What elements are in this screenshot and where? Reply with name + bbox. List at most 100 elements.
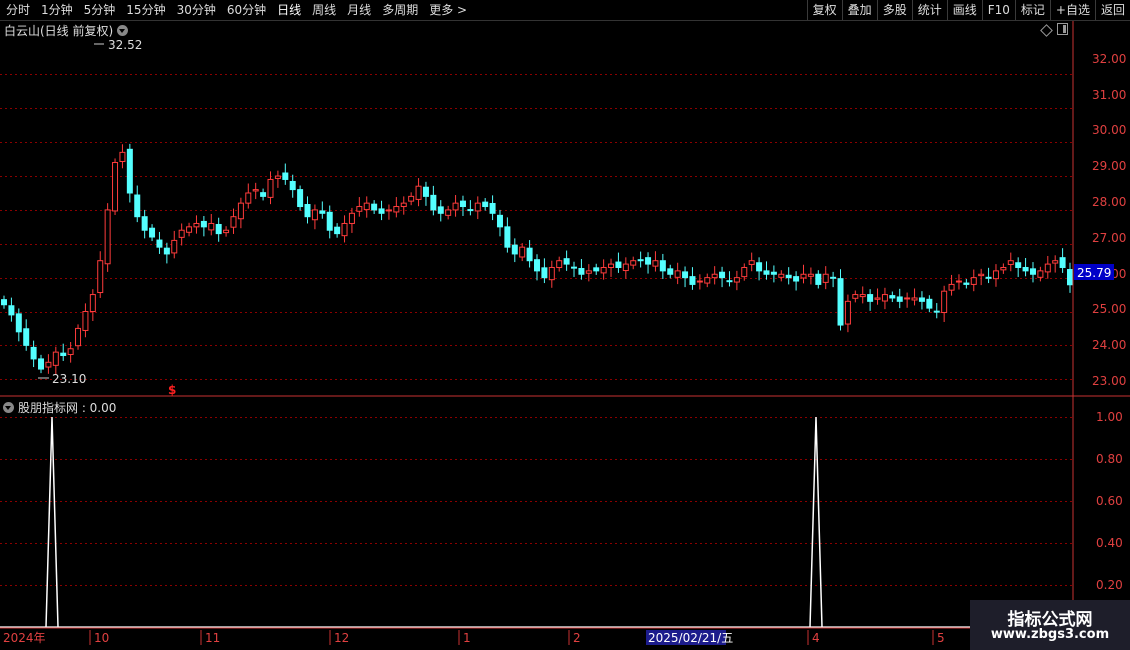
candle-body	[837, 278, 844, 326]
high-label: 32.52	[108, 38, 142, 52]
candle-body	[578, 268, 585, 275]
time-label: 2024年	[3, 631, 46, 645]
candle-body	[208, 222, 215, 231]
candle-body	[911, 297, 918, 301]
candle-body	[482, 201, 489, 208]
candle-body	[778, 273, 785, 278]
candle-body	[393, 206, 400, 213]
candle-body	[215, 223, 222, 235]
candle-body	[1052, 260, 1059, 264]
candle-body	[859, 294, 866, 298]
candle-body	[163, 247, 170, 255]
candle-body	[245, 192, 252, 204]
panel-toggle-icon[interactable]	[1057, 23, 1068, 35]
candle-body	[8, 305, 15, 316]
candle-body	[519, 246, 526, 258]
candle-body	[844, 300, 851, 325]
time-cursor-label: 2025/02/21/五	[648, 631, 733, 645]
price-tick: 23.00	[1092, 374, 1126, 388]
time-label: 10	[94, 631, 109, 645]
candle-body	[585, 270, 592, 274]
candle-body	[504, 226, 511, 248]
candle-body	[371, 203, 378, 211]
candle-body	[748, 260, 755, 265]
candle-body	[674, 270, 681, 278]
indicator-tick: 0.80	[1096, 452, 1123, 466]
candle-body	[793, 276, 800, 282]
candle-body	[992, 270, 999, 280]
indicator-tick: 0.40	[1096, 536, 1123, 550]
candle-body	[541, 267, 548, 279]
candle-body	[186, 226, 193, 233]
candle-body	[385, 209, 392, 212]
candle-body	[260, 192, 267, 197]
price-tick: 29.00	[1092, 159, 1126, 173]
candle-body	[334, 226, 341, 235]
time-label: 4	[812, 631, 820, 645]
candle-body	[104, 209, 111, 265]
candle-body	[689, 276, 696, 285]
candle-body	[608, 263, 615, 268]
time-label: 5	[937, 631, 945, 645]
price-tick: 31.00	[1092, 88, 1126, 102]
candle-body	[652, 260, 659, 267]
candle-body	[193, 222, 200, 228]
indicator-title[interactable]: 股朋指标网 : 0.00	[3, 399, 116, 416]
candle-body	[822, 273, 829, 283]
candle-body	[126, 148, 133, 194]
candle-body	[941, 290, 948, 314]
candle-body	[474, 202, 481, 212]
candle-body	[230, 216, 237, 228]
dropdown-icon[interactable]	[117, 25, 129, 36]
candle-body	[1067, 269, 1073, 286]
candle-body	[1059, 257, 1066, 268]
candle-body	[378, 208, 385, 214]
candle-body	[926, 298, 933, 309]
candle-body	[704, 277, 711, 284]
price-tick: 27.00	[1092, 231, 1126, 245]
diamond-icon[interactable]	[1040, 24, 1053, 37]
candle-body	[67, 348, 74, 356]
candle-body	[526, 247, 533, 262]
candle-body	[45, 361, 52, 368]
candle-body	[311, 209, 318, 221]
candle-body	[867, 294, 874, 302]
candle-body	[534, 259, 540, 272]
signal-marker: $	[168, 383, 176, 397]
candle-body	[800, 273, 807, 279]
stock-title[interactable]: 白云山(日线 前复权)	[4, 22, 129, 39]
candle-body	[1007, 260, 1014, 265]
candle-body	[889, 295, 896, 299]
candle-body	[348, 212, 355, 224]
candle-body	[422, 186, 429, 197]
candle-body	[726, 280, 733, 283]
low-label: 23.10	[52, 372, 86, 386]
candle-body	[171, 239, 178, 254]
candle-body	[149, 227, 156, 238]
candle-body	[289, 180, 296, 191]
stock-title-text: 白云山(日线 前复权)	[4, 24, 114, 38]
candle-body	[970, 277, 977, 285]
candle-body	[955, 280, 962, 283]
candle-body	[437, 206, 444, 214]
candle-body	[23, 328, 30, 346]
candle-body	[696, 280, 703, 283]
candle-body	[1, 299, 7, 306]
candle-body	[1044, 263, 1051, 273]
candle-body	[319, 210, 326, 214]
candle-body	[904, 297, 911, 300]
candle-body	[89, 294, 96, 313]
candle-body	[622, 263, 629, 272]
candle-body	[667, 268, 674, 275]
candle-body	[356, 206, 363, 212]
candle-body	[459, 200, 466, 208]
candle-body	[112, 162, 119, 212]
indicator-dropdown-icon[interactable]	[3, 402, 14, 413]
candle-body	[682, 271, 689, 279]
kline-chart[interactable]: 32.00 31.00 30.00 29.00 28.00 27.00 26.0…	[0, 0, 1130, 650]
candle-body	[326, 211, 333, 231]
candle-body	[630, 260, 637, 266]
panel-controls	[1040, 23, 1068, 37]
candle-body	[881, 294, 888, 302]
candle-body	[267, 178, 274, 198]
